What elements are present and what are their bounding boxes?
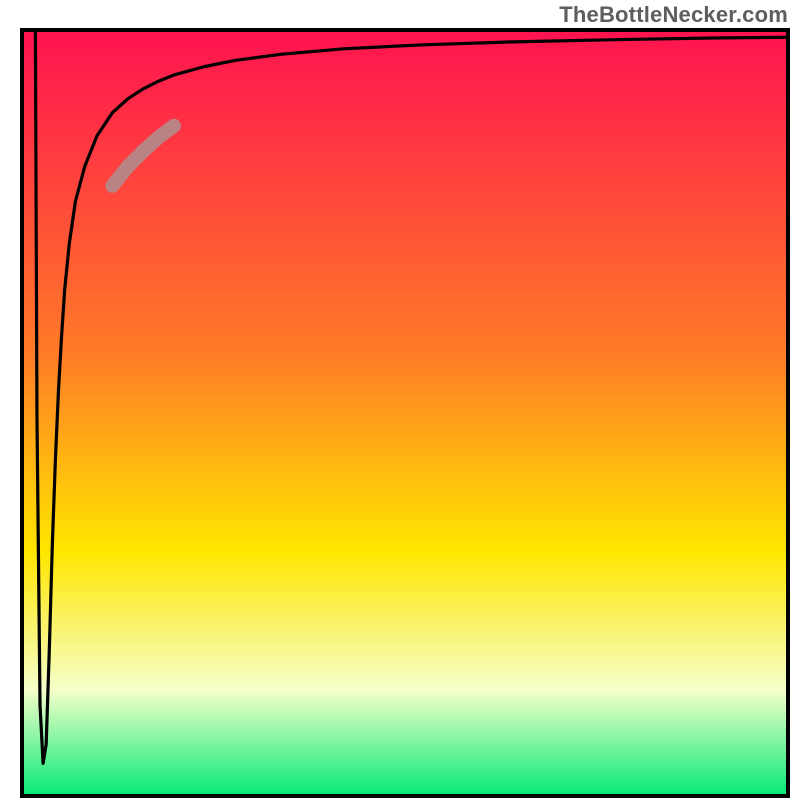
chart-frame: TheBottleNecker.com (0, 0, 800, 800)
gradient-bg (20, 28, 790, 798)
attribution-label: TheBottleNecker.com (559, 2, 788, 28)
plot-svg (20, 28, 790, 798)
plot-area (20, 28, 790, 798)
